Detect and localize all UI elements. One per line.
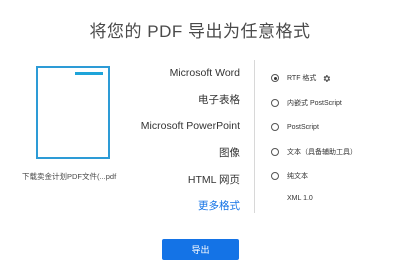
category-label: 图像 (219, 147, 240, 160)
option-label: 纯文本 (287, 173, 308, 181)
category-label: HTML 网页 (187, 173, 240, 186)
page-title: 将您的 PDF 导出为任意格式 (89, 22, 311, 41)
option-label: 内嵌式 PostScript (287, 99, 342, 107)
category-html[interactable]: HTML 网页 (90, 167, 240, 194)
format-category-list: Microsoft Word 电子表格 Microsoft PowerPoint… (90, 60, 240, 220)
format-options: RTF 格式 内嵌式 PostScript PostScript 文本（具备辅助… (271, 66, 357, 209)
radio-button[interactable] (271, 172, 279, 181)
option-plain-text[interactable]: 纯文本 (271, 164, 357, 189)
gear-icon[interactable] (322, 74, 331, 83)
option-label: PostScript (287, 123, 319, 131)
category-image[interactable]: 图像 (90, 140, 240, 167)
option-embedded-postscript[interactable]: 内嵌式 PostScript (271, 91, 357, 116)
category-spreadsheet[interactable]: 电子表格 (90, 87, 240, 114)
category-word[interactable]: Microsoft Word (90, 60, 240, 87)
category-label: 电子表格 (198, 93, 240, 106)
category-label: 更多格式 (198, 200, 240, 213)
option-rtf[interactable]: RTF 格式 (271, 66, 357, 91)
category-label: Microsoft Word (169, 67, 240, 79)
export-button[interactable]: 导出 (162, 239, 239, 260)
option-accessible-text[interactable]: 文本（具备辅助工具） (271, 140, 357, 165)
radio-button[interactable] (271, 123, 279, 132)
radio-button[interactable] (271, 74, 279, 83)
category-label: Microsoft PowerPoint (140, 120, 240, 133)
option-postscript[interactable]: PostScript (271, 115, 357, 140)
radio-button[interactable] (271, 98, 279, 107)
option-xml[interactable]: XML 1.0 (271, 189, 357, 209)
vertical-divider (254, 60, 255, 213)
option-label: 文本（具备辅助工具） (287, 148, 357, 156)
radio-button[interactable] (271, 147, 279, 156)
option-label: RTF 格式 (287, 75, 317, 83)
category-more-formats[interactable]: 更多格式 (90, 193, 240, 220)
category-powerpoint[interactable]: Microsoft PowerPoint (90, 113, 240, 140)
